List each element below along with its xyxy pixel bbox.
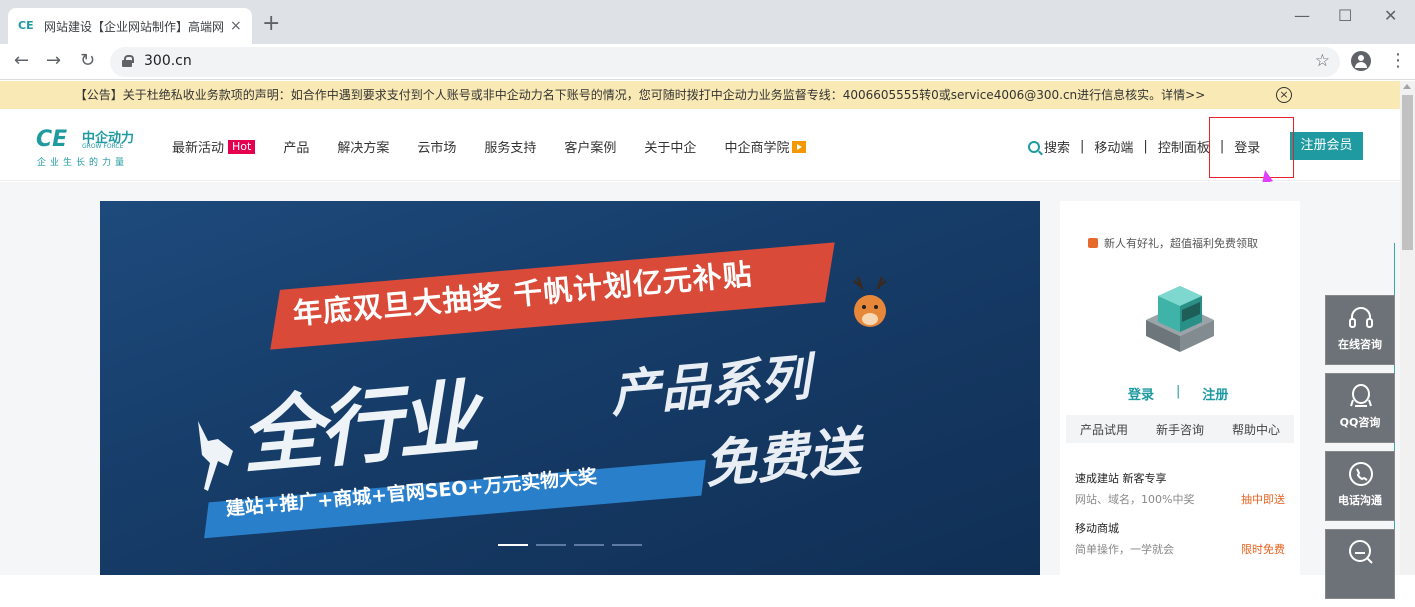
nav-item-products[interactable]: 产品	[283, 137, 309, 156]
new-tab-button[interactable]: +	[262, 13, 280, 35]
browser-toolbar: ← → ↻ 300.cn ☆ ⋮	[0, 44, 1415, 80]
search-icon[interactable]	[1028, 140, 1040, 153]
user-side-card: 新人有好礼，超值福利免费领取 登录 | 注册 产品试用 新手咨询 帮助中心 速成…	[1060, 201, 1300, 575]
float-label: QQ咨询	[1339, 416, 1381, 429]
site-header: CE 中企动力 GROW FORCE 企业生长的力量 最新活动 Hot 产品 解决…	[0, 109, 1400, 181]
tab-title: 网站建设【企业网站制作】高端网	[44, 19, 224, 34]
card-register-link[interactable]: 注册	[1202, 384, 1228, 403]
search-link[interactable]: 搜索	[1044, 137, 1070, 156]
control-panel-link[interactable]: 控制面板	[1158, 137, 1210, 156]
new-user-gift[interactable]: 新人有好礼，超值福利免费领取	[1088, 235, 1258, 251]
feedback-button[interactable]	[1325, 529, 1395, 599]
reload-icon[interactable]: ↻	[80, 50, 95, 71]
minimize-icon[interactable]: —	[1294, 6, 1310, 25]
tab-help-center[interactable]: 帮助中心	[1232, 421, 1280, 438]
phone-icon	[1349, 462, 1373, 486]
card-login-links: 登录 | 注册	[1128, 384, 1228, 403]
scrollbar-thumb[interactable]	[1402, 95, 1413, 250]
banner-subheadline: 产品系列	[608, 348, 813, 424]
separator: |	[1143, 139, 1148, 154]
tab-beginner-consult[interactable]: 新手咨询	[1156, 421, 1204, 438]
promo-title: 移动商城	[1075, 522, 1119, 535]
float-label: 电话沟通	[1338, 494, 1382, 507]
tab-close-icon[interactable]: ×	[230, 18, 242, 34]
nav-item-solutions[interactable]: 解决方案	[337, 137, 389, 156]
qq-consult-button[interactable]: QQ咨询	[1325, 373, 1395, 443]
video-play-icon	[792, 140, 807, 153]
carousel-dot[interactable]	[612, 544, 642, 546]
main-nav: 最新活动 Hot 产品 解决方案 云市场 服务支持 客户案例 关于中企 中企商学院	[172, 137, 834, 156]
logo-en-text: GROW FORCE	[82, 143, 124, 150]
online-consult-button[interactable]: 在线咨询	[1325, 295, 1395, 365]
nav-item-latest[interactable]: 最新活动 Hot	[172, 137, 256, 156]
search-chat-icon	[1349, 540, 1373, 564]
nav-label: 最新活动	[172, 141, 225, 156]
separator: |	[1176, 384, 1181, 399]
bookmark-star-icon[interactable]: ☆	[1315, 51, 1330, 71]
main-content: 年底双旦大抽奖 千帆计划亿元补贴 全行业 产品系列 免费送 建站+推广+商城+官…	[0, 182, 1400, 575]
announcement-close-icon[interactable]: ×	[1276, 87, 1292, 103]
banner-free-text: 免费送	[702, 422, 863, 496]
gift-icon	[1088, 238, 1098, 248]
nav-item-academy[interactable]: 中企商学院	[724, 137, 807, 156]
promo-item[interactable]: 移动商城 简单操作，一学就会 限时免费	[1075, 520, 1285, 557]
store-icon	[1146, 286, 1214, 352]
headset-icon	[1349, 307, 1373, 328]
float-label: 在线咨询	[1338, 338, 1382, 351]
window-close-icon[interactable]: ✕	[1384, 6, 1397, 25]
banner-headline: 全行业	[237, 370, 479, 486]
profile-avatar-icon[interactable]	[1351, 51, 1371, 71]
mobile-link[interactable]: 移动端	[1094, 137, 1133, 156]
nav-item-about[interactable]: 关于中企	[644, 137, 696, 156]
promo-tag[interactable]: 抽中即送	[1241, 491, 1285, 507]
back-arrow-icon[interactable]: ←	[14, 50, 29, 71]
promo-desc: 网站、域名，100%中奖	[1075, 493, 1195, 506]
card-login-link[interactable]: 登录	[1128, 384, 1154, 403]
promo-desc: 简单操作，一学就会	[1075, 543, 1174, 556]
browser-tab-strip: CE 网站建设【企业网站制作】高端网 × + — ☐ ✕	[0, 0, 1415, 44]
browser-tab[interactable]: CE 网站建设【企业网站制作】高端网 ×	[8, 8, 252, 44]
nav-item-cloud-market[interactable]: 云市场	[417, 137, 456, 156]
qq-penguin-icon	[1350, 384, 1372, 407]
carousel-dot[interactable]	[498, 544, 528, 546]
browser-menu-icon[interactable]: ⋮	[1389, 50, 1407, 71]
site-favicon-icon: CE	[18, 19, 34, 32]
card-tabs: 产品试用 新手咨询 帮助中心	[1066, 415, 1294, 443]
logo-slogan: 企业生长的力量	[37, 158, 129, 168]
leaping-deer-icon	[198, 421, 233, 491]
floating-consult-bar: 在线咨询 QQ咨询 电话沟通	[1325, 295, 1395, 607]
maximize-icon[interactable]: ☐	[1338, 6, 1352, 25]
phone-consult-button[interactable]: 电话沟通	[1325, 451, 1395, 521]
promo-title: 速成建站 新客专享	[1075, 472, 1167, 485]
announcement-text[interactable]: 【公告】关于杜绝私收业务款项的声明：如合作中遇到要求支付到个人账号或非中企动力名…	[75, 88, 1206, 102]
hero-banner[interactable]: 年底双旦大抽奖 千帆计划亿元补贴 全行业 产品系列 免费送 建站+推广+商城+官…	[100, 201, 1040, 575]
announcement-bar: 【公告】关于杜绝私收业务款项的声明：如合作中遇到要求支付到个人账号或非中企动力名…	[0, 81, 1400, 109]
gift-text: 新人有好礼，超值福利免费领取	[1104, 237, 1258, 250]
url-text[interactable]: 300.cn	[144, 53, 192, 69]
separator: |	[1080, 139, 1085, 154]
carousel-dots	[498, 544, 650, 546]
address-bar[interactable]: 300.cn ☆	[110, 47, 1340, 77]
promo-tag[interactable]: 限时免费	[1241, 541, 1285, 557]
nav-label: 中企商学院	[724, 141, 790, 156]
scroll-up-arrow-icon[interactable]	[1403, 84, 1411, 89]
register-member-button[interactable]: 注册会员	[1290, 132, 1363, 160]
reindeer-icon	[853, 276, 887, 327]
forward-arrow-icon[interactable]: →	[46, 50, 61, 71]
lock-icon	[122, 55, 134, 67]
nav-item-support[interactable]: 服务支持	[484, 137, 536, 156]
nav-item-cases[interactable]: 客户案例	[564, 137, 616, 156]
carousel-dot[interactable]	[574, 544, 604, 546]
logo-mark[interactable]: CE	[36, 127, 67, 152]
hot-badge: Hot	[228, 139, 256, 154]
tab-product-trial[interactable]: 产品试用	[1080, 421, 1128, 438]
promo-item[interactable]: 速成建站 新客专享 网站、域名，100%中奖 抽中即送	[1075, 470, 1285, 507]
carousel-dot[interactable]	[536, 544, 566, 546]
